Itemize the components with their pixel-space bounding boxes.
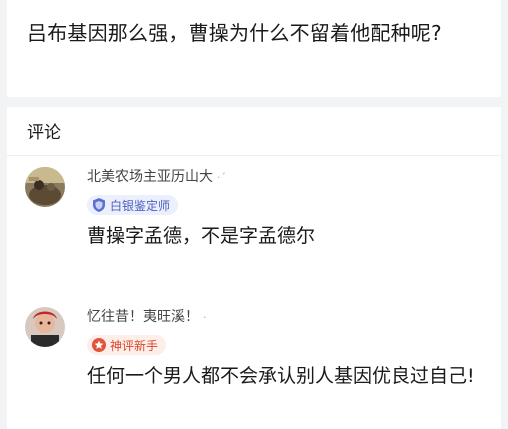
question-card: 吕布基因那么强，曹操为什么不留着他配种呢?	[7, 0, 501, 97]
divider	[7, 155, 501, 156]
user-badge[interactable]: 神评新手	[87, 335, 167, 355]
question-title[interactable]: 吕布基因那么强，曹操为什么不留着他配种呢?	[27, 19, 442, 47]
username-suffix: ·	[203, 311, 207, 324]
medal-icon	[91, 337, 107, 353]
comments-section: 评论 北美农场主亚历山大 ·´ 白银鉴定师 曹操字孟德，不是字孟德尔 忆往昔！夷…	[7, 107, 501, 429]
comment-text: 任何一个男人都不会承认别人基因优良过自己!	[87, 365, 475, 387]
badge-label: 神评新手	[110, 338, 159, 353]
badge-label: 白银鉴定师	[110, 198, 171, 213]
user-badge[interactable]: 白银鉴定师	[87, 195, 179, 215]
comment-text: 曹操字孟德，不是字孟德尔	[87, 225, 316, 247]
username-suffix: ·´	[217, 171, 226, 184]
shield-icon	[91, 197, 107, 213]
avatar[interactable]	[25, 167, 65, 207]
avatar[interactable]	[25, 307, 65, 347]
username[interactable]: 北美农场主亚历山大 ·´	[87, 167, 226, 188]
username-text[interactable]: 北美农场主亚历山大	[87, 169, 213, 185]
comments-heading: 评论	[27, 123, 61, 143]
username-text[interactable]: 忆往昔！夷旺溪！	[87, 309, 199, 325]
username[interactable]: 忆往昔！夷旺溪！ ·	[87, 307, 207, 328]
